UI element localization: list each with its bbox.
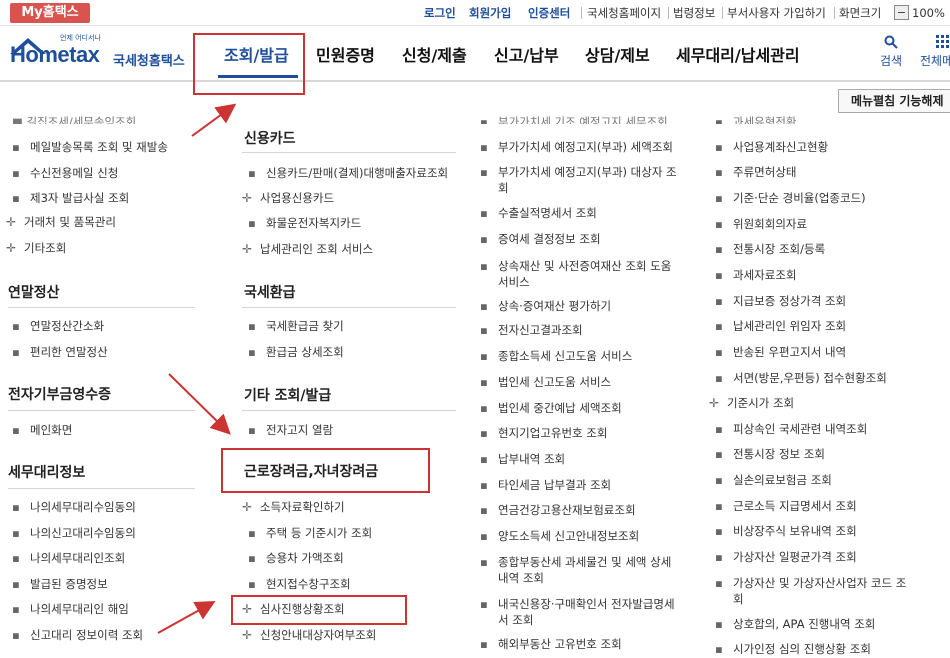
annotation-arrows — [157, 103, 237, 634]
arrow-to-review-status — [157, 601, 216, 634]
arrow-to-eitc — [168, 373, 231, 435]
arrow-to-nav — [191, 103, 237, 137]
